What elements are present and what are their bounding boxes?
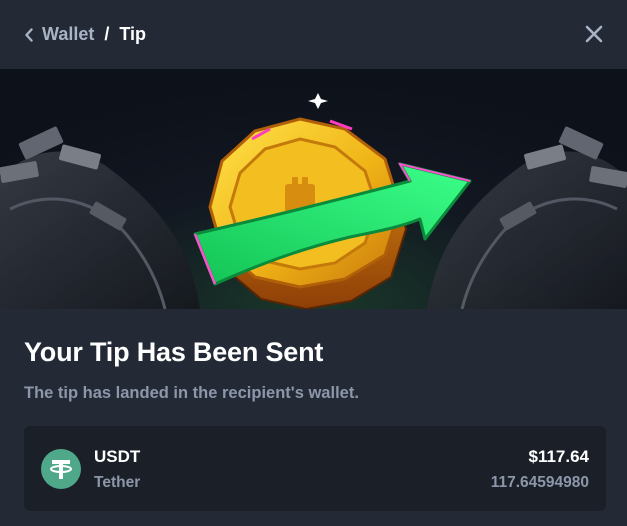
tether-icon <box>41 449 81 489</box>
tip-sent-banner <box>0 69 627 309</box>
breadcrumb: Wallet / Tip <box>24 24 146 45</box>
page-title: Your Tip Has Been Sent <box>24 337 324 367</box>
coin-symbol: USDT <box>94 447 141 466</box>
coin-summary-card: USDT Tether $117.64 117.64594980 <box>24 426 606 511</box>
breadcrumb-current-tip: Tip <box>119 24 147 44</box>
tip-sent-modal: Wallet / Tip Your Tip Has Been Sent The … <box>0 0 627 526</box>
close-icon <box>585 25 603 43</box>
modal-header: Wallet / Tip <box>0 0 627 69</box>
coin-usd-value: $117.64 <box>528 447 589 466</box>
money-bag-left <box>0 126 200 309</box>
breadcrumb-wallet-link[interactable]: Wallet <box>42 24 94 45</box>
coin-name: Tether <box>94 474 141 491</box>
coin-arrow-illustration <box>0 93 627 309</box>
breadcrumb-separator: / <box>104 24 110 44</box>
coin-amount: 117.64594980 <box>490 474 589 491</box>
chevron-left-icon[interactable] <box>24 27 34 42</box>
close-button[interactable] <box>583 23 605 45</box>
modal-content: Your Tip Has Been Sent The tip has lande… <box>0 309 627 403</box>
page-subtitle: The tip has landed in the recipient's wa… <box>24 384 359 402</box>
